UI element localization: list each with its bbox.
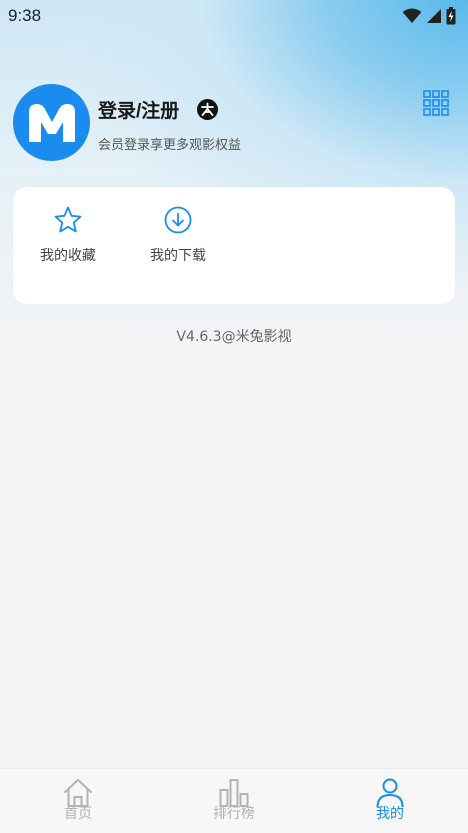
header-background	[0, 0, 468, 360]
tab-ranking-label: 排行榜	[213, 806, 255, 822]
tab-ranking[interactable]: 排行榜	[184, 777, 284, 833]
login-register-link[interactable]: 登录/注册	[98, 96, 179, 123]
battery-icon	[446, 7, 456, 25]
quick-actions-card: 我的收藏 我的下载	[13, 187, 455, 304]
version-text: V4.6.3@米兔影视	[176, 329, 292, 345]
signal-icon	[427, 9, 441, 23]
status-bar: 9:38	[0, 0, 468, 32]
vip-badge-icon	[197, 99, 218, 120]
avatar[interactable]	[13, 84, 90, 161]
favorites-button[interactable]: 我的收藏	[23, 205, 113, 265]
download-icon	[164, 206, 192, 234]
tab-home[interactable]: 首页	[28, 777, 128, 833]
wifi-icon	[402, 8, 422, 23]
apps-grid-icon[interactable]	[423, 90, 449, 116]
app-logo-icon	[28, 103, 75, 142]
tab-mine-label: 我的	[376, 806, 404, 822]
star-icon	[54, 206, 82, 233]
downloads-label: 我的下载	[150, 248, 206, 264]
status-icons	[402, 7, 456, 25]
status-time: 9:38	[8, 6, 42, 25]
bottom-tab-bar: 首页 排行榜 我的	[0, 768, 468, 833]
login-subtitle: 会员登录享更多观影权益	[98, 138, 242, 153]
tab-home-label: 首页	[64, 806, 92, 822]
favorites-label: 我的收藏	[40, 248, 96, 264]
downloads-button[interactable]: 我的下载	[133, 205, 223, 265]
profile-header[interactable]: 登录/注册 会员登录享更多观影权益	[13, 84, 455, 164]
tab-mine[interactable]: 我的	[340, 777, 440, 833]
